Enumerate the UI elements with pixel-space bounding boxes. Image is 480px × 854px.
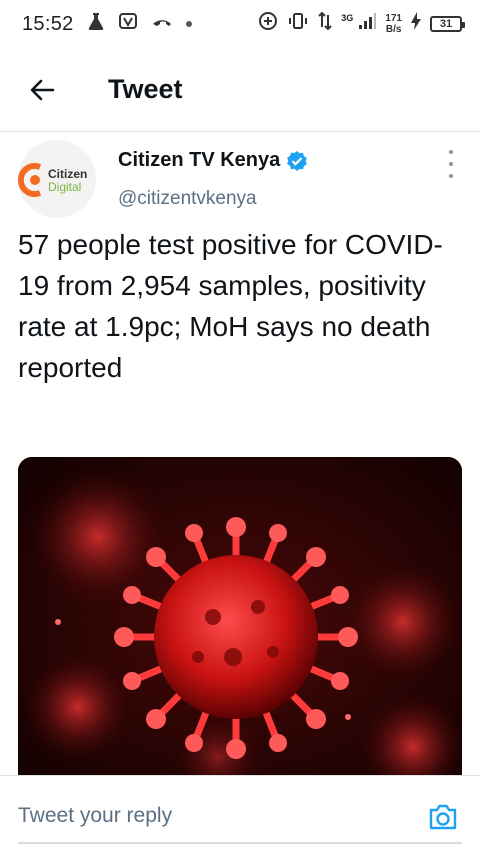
data-transfer-icon [317,10,333,38]
reply-bar: Tweet your reply [0,775,480,854]
author-name[interactable]: Citizen TV Kenya [118,149,308,172]
status-bar-right: 3G 171 B/s 31 [257,10,465,38]
page-title: Tweet [108,74,183,104]
network-speed: 171 B/s [385,13,402,35]
more-dot-icon [449,174,453,178]
status-time: 15:52 [22,12,74,35]
dot-icon [185,21,192,27]
signal-icon [357,11,377,37]
network-speed-unit: B/s [385,24,402,35]
arrow-left-icon [30,79,55,100]
battery-level: 31 [439,18,453,30]
app-bar: Tweet [0,48,480,132]
more-options-button[interactable] [444,150,458,178]
network-speed-value: 171 [385,13,402,24]
v-app-icon [118,11,138,37]
camera-button[interactable] [426,800,460,834]
reply-input[interactable]: Tweet your reply [18,804,172,828]
author-name-text: Citizen TV Kenya [118,149,281,171]
verified-badge-icon [287,150,308,171]
reply-input-underline [18,842,462,844]
flask-icon [86,11,106,37]
more-dot-icon [449,162,453,166]
avatar[interactable]: Citizen Digital [18,140,96,218]
virus-illustration [18,457,462,787]
camera-icon [429,804,457,830]
logo-text-bottom: Digital [48,180,81,194]
tweet-detail: Citizen Digital Citizen TV Kenya @citize… [0,132,480,787]
charging-icon [410,11,422,37]
network-type: 3G [341,12,354,23]
tweet-text: 57 people test positive for COVID-19 fro… [18,229,443,383]
missed-call-icon [150,11,174,37]
back-button[interactable] [0,48,84,132]
status-bar: 15:52 3G 171 B/s 31 [0,0,480,48]
logo-text-top: Citizen [48,167,87,181]
citizen-digital-logo: Citizen Digital [18,163,87,197]
tweet-author-row: Citizen Digital Citizen TV Kenya @citize… [0,132,480,220]
status-bar-left: 15:52 [22,11,192,37]
author-handle[interactable]: @citizentvkenya [118,188,257,210]
battery-icon: 31 [430,16,465,32]
tweet-media-image[interactable] [18,457,462,787]
vibrate-icon [287,10,309,38]
more-dot-icon [449,150,453,154]
data-saver-icon [257,10,279,38]
